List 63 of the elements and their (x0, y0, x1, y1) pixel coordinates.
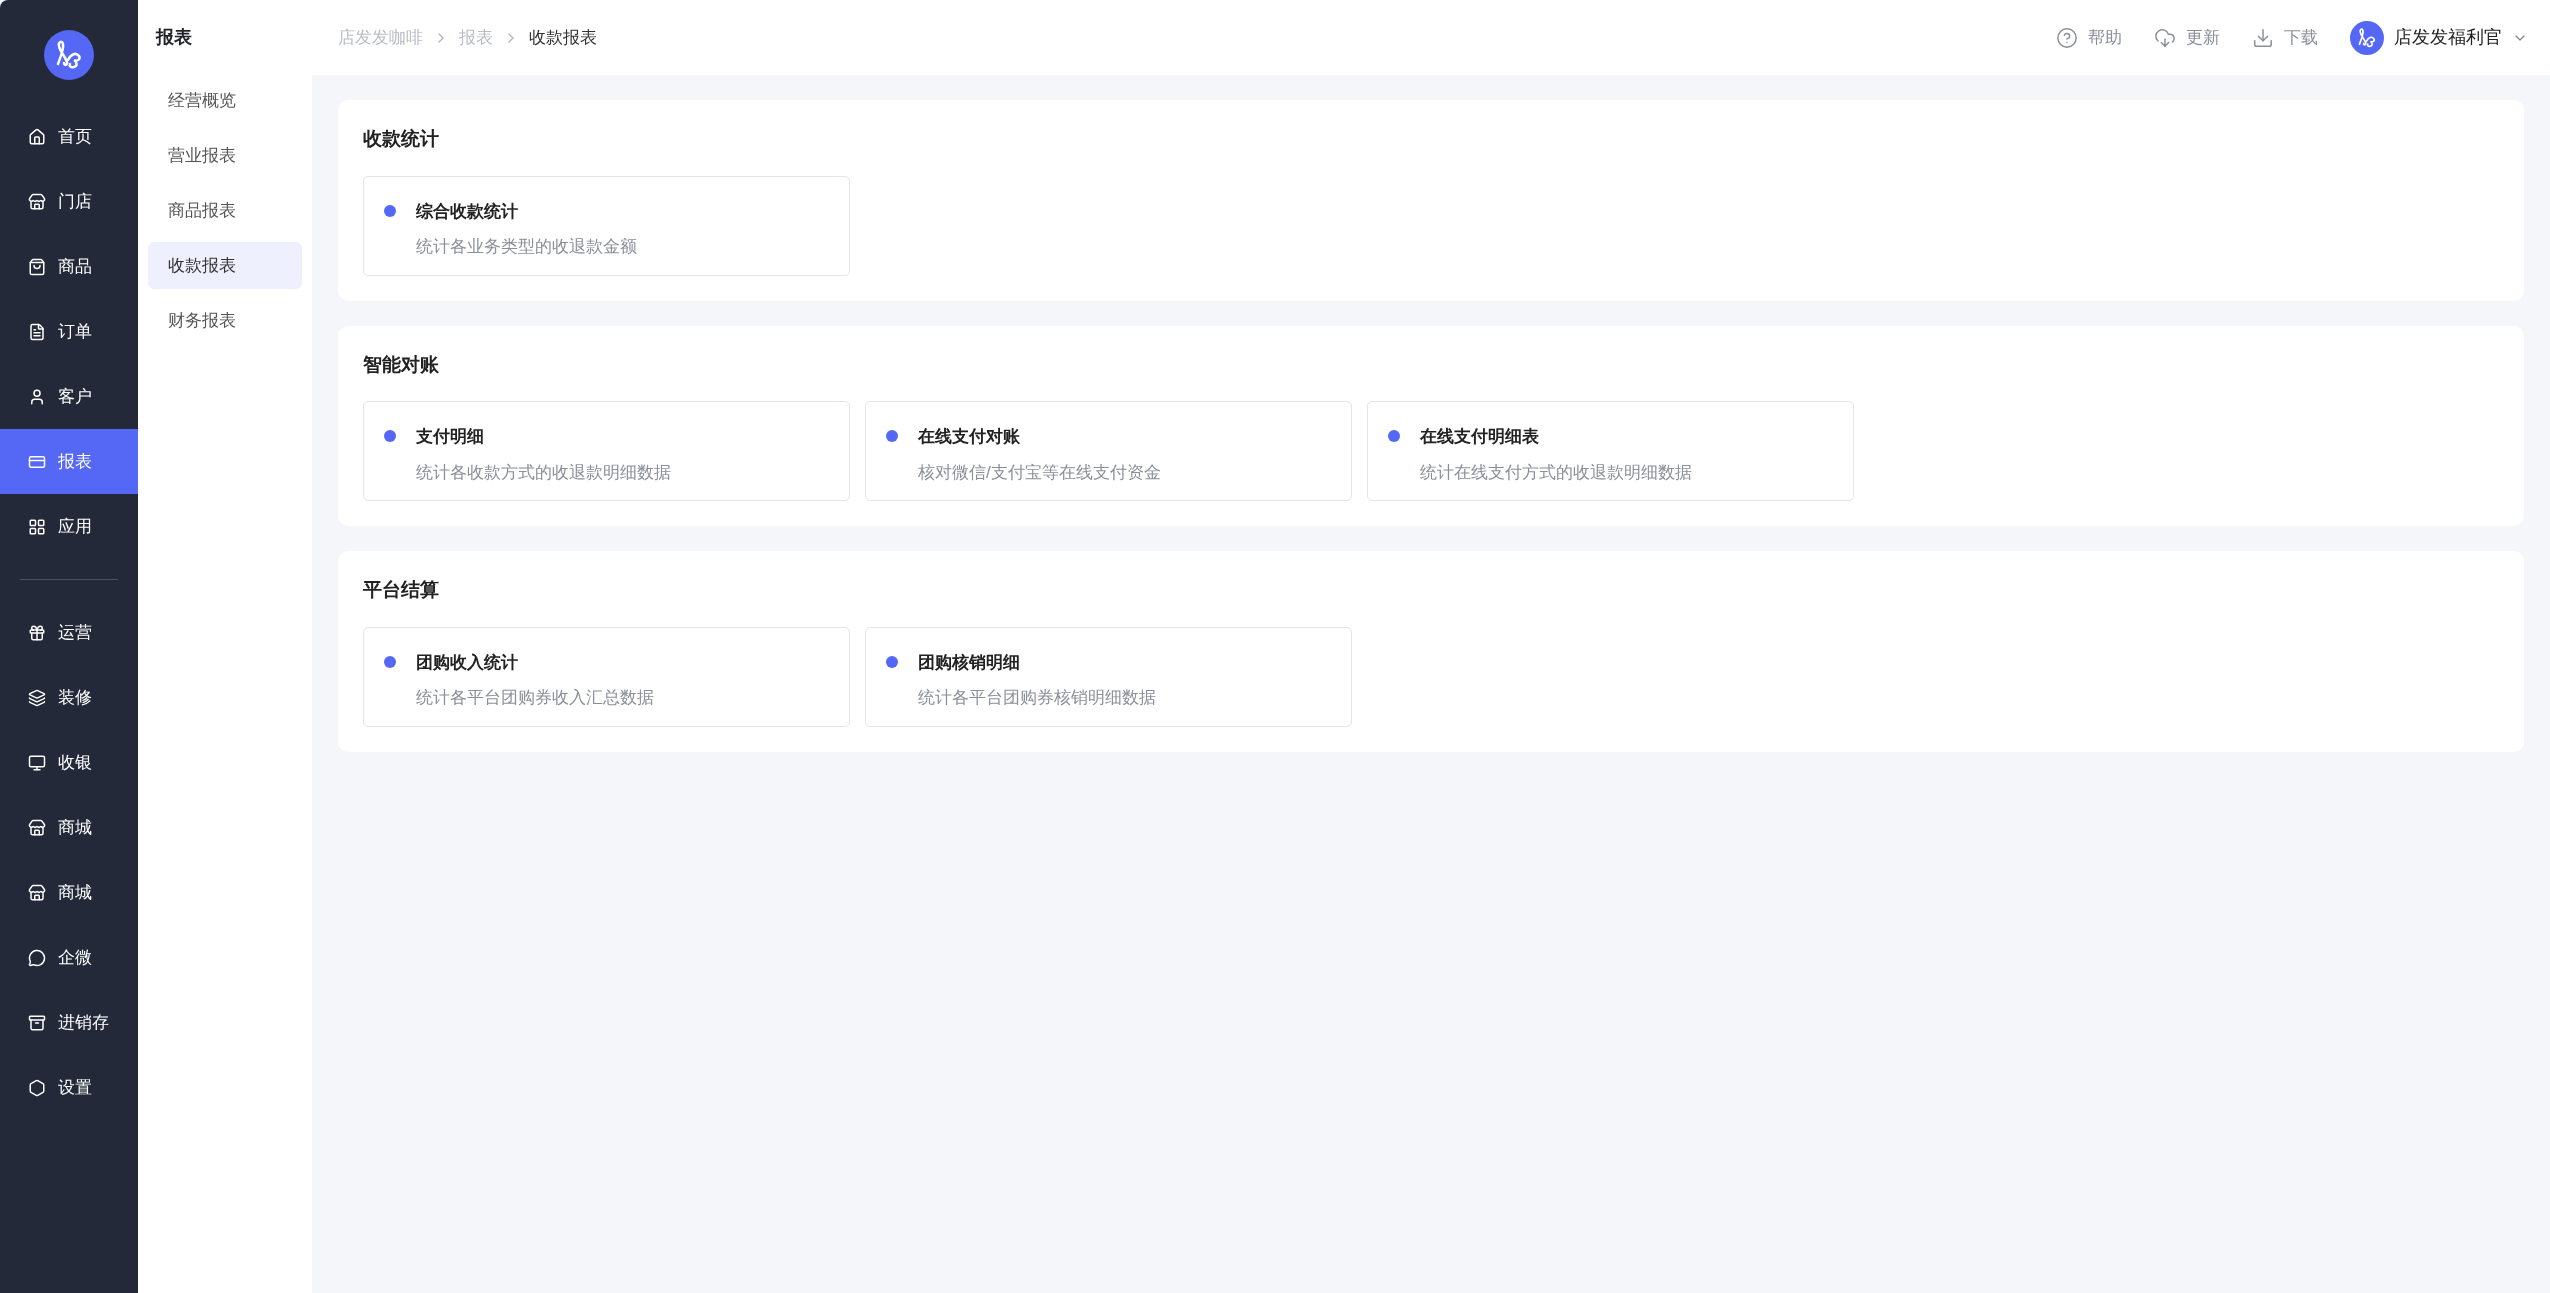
avatar-icon (2350, 20, 2384, 55)
card-title: 团购收入统计 (416, 651, 519, 674)
card-description: 统计各收款方式的收退款明细数据 (416, 461, 671, 484)
sidebar-item[interactable]: 首页 (0, 104, 138, 169)
archive-icon (28, 1013, 46, 1032)
sidebar-item[interactable]: 设置 (0, 1055, 138, 1120)
sidebar-item[interactable]: 门店 (0, 169, 138, 234)
sidebar-item[interactable]: 报表 (0, 429, 138, 494)
grid-icon (28, 517, 46, 536)
card-description: 核对微信/支付宝等在线支付资金 (918, 461, 1161, 484)
help-icon (2056, 26, 2078, 49)
store-icon (28, 818, 46, 837)
section-title: 收款统计 (363, 127, 440, 151)
card-description: 统计各业务类型的收退款金额 (416, 236, 637, 258)
gift-icon (28, 623, 46, 642)
sub-sidebar-item[interactable]: 商品报表 (148, 187, 302, 234)
sidebar-item[interactable]: 运营 (0, 600, 138, 665)
report-card[interactable]: 支付明细 统计各收款方式的收退款明细数据 (363, 401, 850, 501)
sidebar-item[interactable]: 进销存 (0, 990, 138, 1055)
layers-icon (28, 688, 46, 707)
section-title: 智能对账 (363, 352, 440, 377)
sidebar-item[interactable]: 商城 (0, 860, 138, 925)
chat-bubble-icon (28, 948, 46, 967)
shopping-bag-icon (28, 257, 46, 276)
sidebar-item[interactable]: 应用 (0, 494, 138, 559)
sub-sidebar-title: 报表 (154, 25, 193, 49)
card-title: 综合收款统计 (416, 200, 519, 223)
sidebar-item[interactable]: 企微 (0, 925, 138, 990)
home-icon (28, 127, 46, 146)
report-card[interactable]: 团购核销明细 统计各平台团购券核销明细数据 (865, 626, 1352, 727)
user-icon (28, 387, 46, 406)
card-title: 在线支付明细表 (1420, 426, 1540, 448)
card-description: 统计各平台团购券收入汇总数据 (416, 687, 654, 709)
card-description: 统计在线支付方式的收退款明细数据 (1420, 461, 1692, 484)
store-icon (28, 192, 46, 211)
sub-sidebar-item[interactable]: 营业报表 (148, 132, 302, 179)
section-title: 平台结算 (363, 578, 440, 602)
card-title: 在线支付对账 (918, 426, 1021, 448)
download-icon (2252, 26, 2274, 49)
report-card[interactable]: 团购收入统计 统计各平台团购券收入汇总数据 (363, 626, 850, 727)
sub-sidebar-item[interactable]: 财务报表 (148, 297, 302, 344)
logo-icon (44, 30, 94, 80)
sidebar-item[interactable]: 装修 (0, 665, 138, 730)
sidebar-item[interactable]: 商品 (0, 234, 138, 299)
settings-icon (28, 1078, 46, 1097)
card-description: 统计各平台团购券核销明细数据 (918, 687, 1156, 709)
card-title: 团购核销明细 (918, 651, 1021, 674)
report-card[interactable]: 在线支付明细表 统计在线支付方式的收退款明细数据 (1367, 401, 1854, 501)
sub-sidebar-item[interactable]: 经营概览 (148, 77, 302, 124)
cloud-download-icon (2154, 26, 2176, 49)
report-card[interactable]: 综合收款统计 统计各业务类型的收退款金额 (363, 175, 850, 276)
report-card[interactable]: 在线支付对账 核对微信/支付宝等在线支付资金 (865, 401, 1352, 501)
user-menu[interactable]: 店发发福利官 (2350, 20, 2528, 55)
breadcrumb-link[interactable]: 收款报表 (529, 24, 597, 51)
sidebar-item[interactable]: 订单 (0, 299, 138, 364)
sidebar-item[interactable]: 收银 (0, 730, 138, 795)
card-title: 支付明细 (416, 426, 485, 448)
monitor-icon (28, 753, 46, 772)
sidebar-item[interactable]: 商城 (0, 795, 138, 860)
sub-sidebar-item[interactable]: 收款报表 (148, 242, 302, 289)
sidebar-item[interactable]: 客户 (0, 364, 138, 429)
store-icon (28, 883, 46, 902)
document-icon (28, 322, 46, 341)
